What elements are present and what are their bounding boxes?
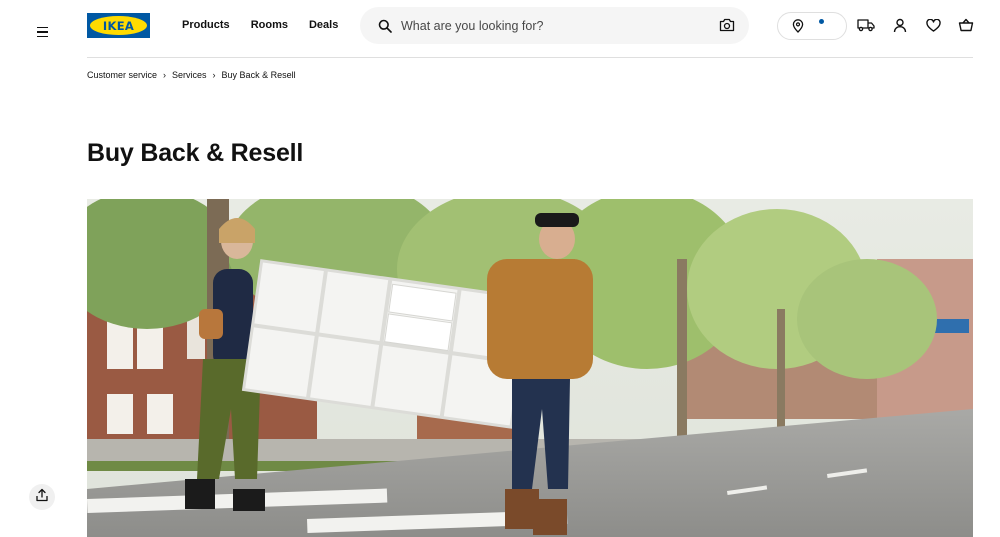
header-divider — [87, 57, 973, 58]
main-nav: Products Rooms Deals — [182, 19, 338, 31]
nav-products[interactable]: Products — [182, 19, 230, 31]
delivery-truck-icon[interactable] — [857, 16, 875, 34]
ikea-logo[interactable]: IKEA — [87, 13, 150, 38]
location-status-dot — [819, 19, 824, 24]
share-icon — [35, 488, 49, 507]
logo-text: IKEA — [90, 16, 147, 35]
camera-icon[interactable] — [719, 18, 735, 32]
breadcrumb: Customer service › Services › Buy Back &… — [87, 70, 296, 80]
nav-deals[interactable]: Deals — [309, 19, 338, 31]
hamburger-menu-icon[interactable] — [30, 18, 54, 46]
shopping-bag-icon[interactable] — [957, 16, 975, 34]
user-icon[interactable] — [891, 16, 909, 34]
search-bar[interactable] — [360, 7, 749, 44]
nav-rooms[interactable]: Rooms — [251, 19, 288, 31]
search-icon[interactable] — [378, 19, 392, 33]
share-button[interactable] — [29, 484, 55, 510]
heart-icon[interactable] — [924, 16, 942, 34]
chevron-right-icon: › — [212, 70, 216, 80]
hero-image — [87, 199, 973, 537]
search-input[interactable] — [401, 18, 701, 33]
chevron-right-icon: › — [163, 70, 167, 80]
breadcrumb-current: Buy Back & Resell — [221, 70, 296, 80]
store-location-button[interactable] — [777, 12, 847, 40]
location-pin-icon — [792, 19, 804, 33]
breadcrumb-services[interactable]: Services — [172, 70, 207, 80]
breadcrumb-customer-service[interactable]: Customer service — [87, 70, 157, 80]
page-title: Buy Back & Resell — [87, 139, 304, 167]
